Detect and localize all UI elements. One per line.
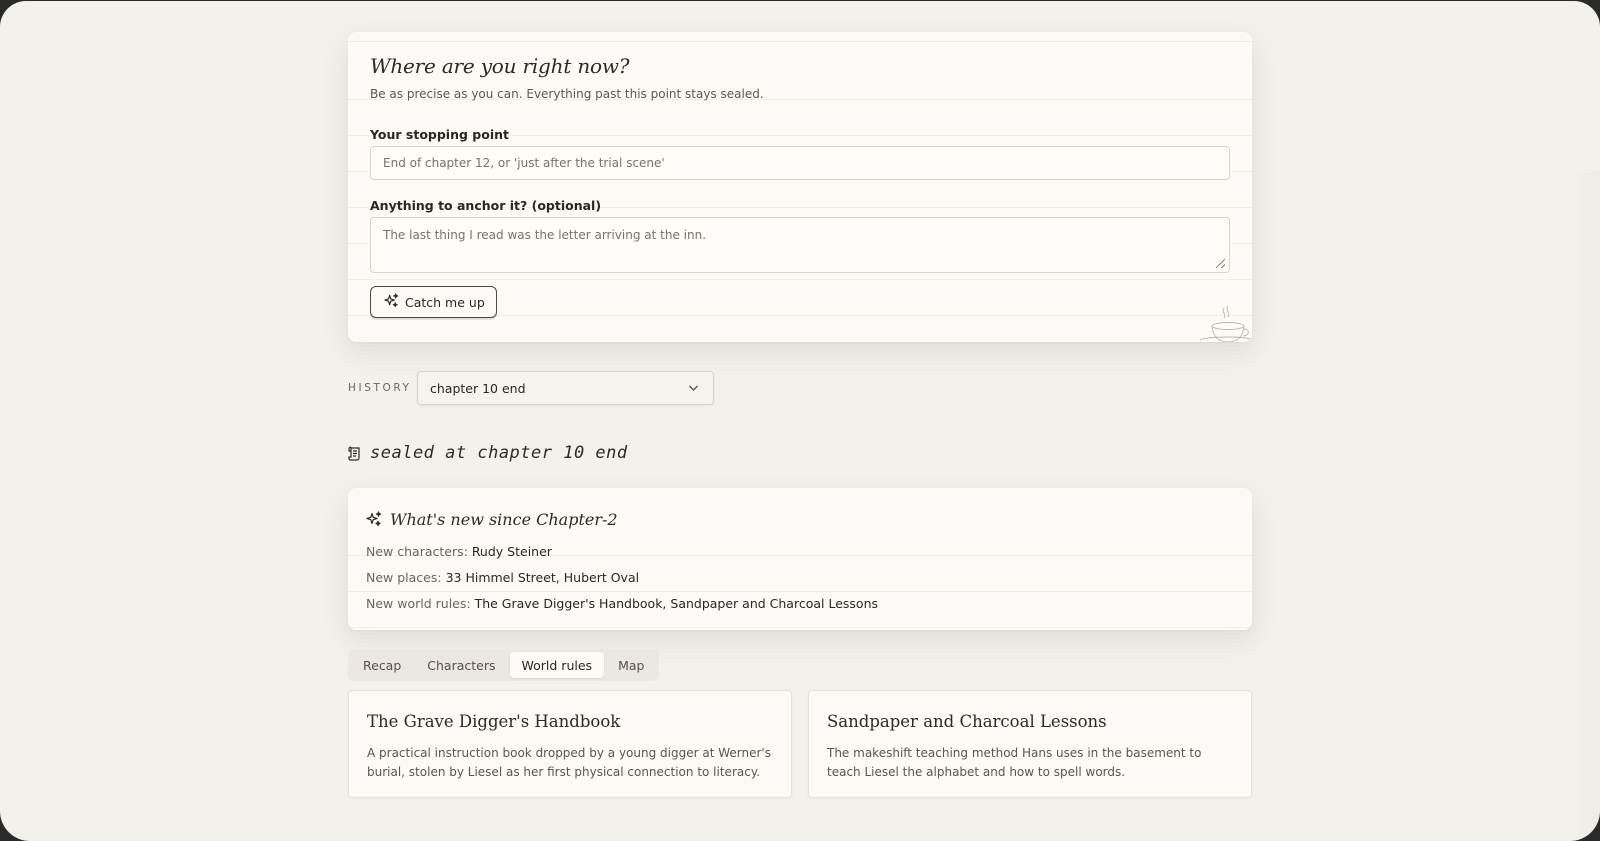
whats-new-card: What's new since Chapter-2 New character… [348,488,1252,630]
section-tabs: Recap Characters World rules Map [348,649,660,681]
stopping-point-label: Your stopping point [370,127,509,142]
anchor-placeholder: The last thing I read was the letter arr… [383,228,707,242]
anchor-label: Anything to anchor it? (optional) [370,198,602,213]
new-places-line: New places: 33 Himmel Street, Hubert Ova… [366,570,639,585]
chevron-down-icon [689,385,698,391]
new-places-value: 33 Himmel Street, Hubert Oval [445,570,640,585]
history-selected-value: chapter 10 end [430,380,526,396]
new-characters-key: New characters: [366,544,468,559]
rule-title: The Grave Digger's Handbook [367,712,621,731]
app-window: Where are you right now? Be as precise a… [0,1,1600,841]
catch-me-up-label: Catch me up [405,294,485,310]
card-subtitle: Be as precise as you can. Everything pas… [370,87,764,101]
coffee-cup-icon [1199,305,1252,342]
rule-description: The makeshift teaching method Hans uses … [827,746,1202,779]
tab-recap[interactable]: Recap [351,652,413,678]
stopping-point-input[interactable] [370,146,1230,180]
resize-handle[interactable] [1216,259,1225,268]
new-world-rules-key: New world rules: [366,596,471,611]
new-characters-value: Rudy Steiner [471,544,552,559]
catch-me-up-button[interactable]: Catch me up [370,286,497,318]
scroll-shade [1570,171,1600,841]
tab-map[interactable]: Map [606,652,656,678]
rule-title: Sandpaper and Charcoal Lessons [827,712,1107,731]
new-world-rules-line: New world rules: The Grave Digger's Hand… [366,596,878,611]
sealed-indicator: sealed at chapter 10 end [348,443,628,463]
history-select[interactable]: chapter 10 end [417,371,714,405]
new-world-rules-value: The Grave Digger's Handbook, Sandpaper a… [474,596,878,611]
tab-characters[interactable]: Characters [415,652,507,678]
card-title: Where are you right now? [370,54,630,78]
sealed-text: sealed at chapter 10 end [370,443,628,463]
rule-card[interactable]: Sandpaper and Charcoal Lessons The makes… [808,690,1252,798]
new-places-key: New places: [366,570,442,585]
stopping-point-card: Where are you right now? Be as precise a… [348,32,1252,342]
sparkles-icon [384,293,399,311]
whats-new-title: What's new since Chapter-2 [390,510,618,529]
scroll-icon [348,446,360,461]
rule-card[interactable]: The Grave Digger's Handbook A practical … [348,690,792,798]
anchor-textarea[interactable]: The last thing I read was the letter arr… [370,217,1230,273]
tab-world-rules[interactable]: World rules [509,652,605,678]
new-characters-line: New characters: Rudy Steiner [366,544,552,559]
sparkles-icon [366,511,382,527]
history-label: HISTORY [348,382,412,394]
rule-description: A practical instruction book dropped by … [367,746,771,779]
